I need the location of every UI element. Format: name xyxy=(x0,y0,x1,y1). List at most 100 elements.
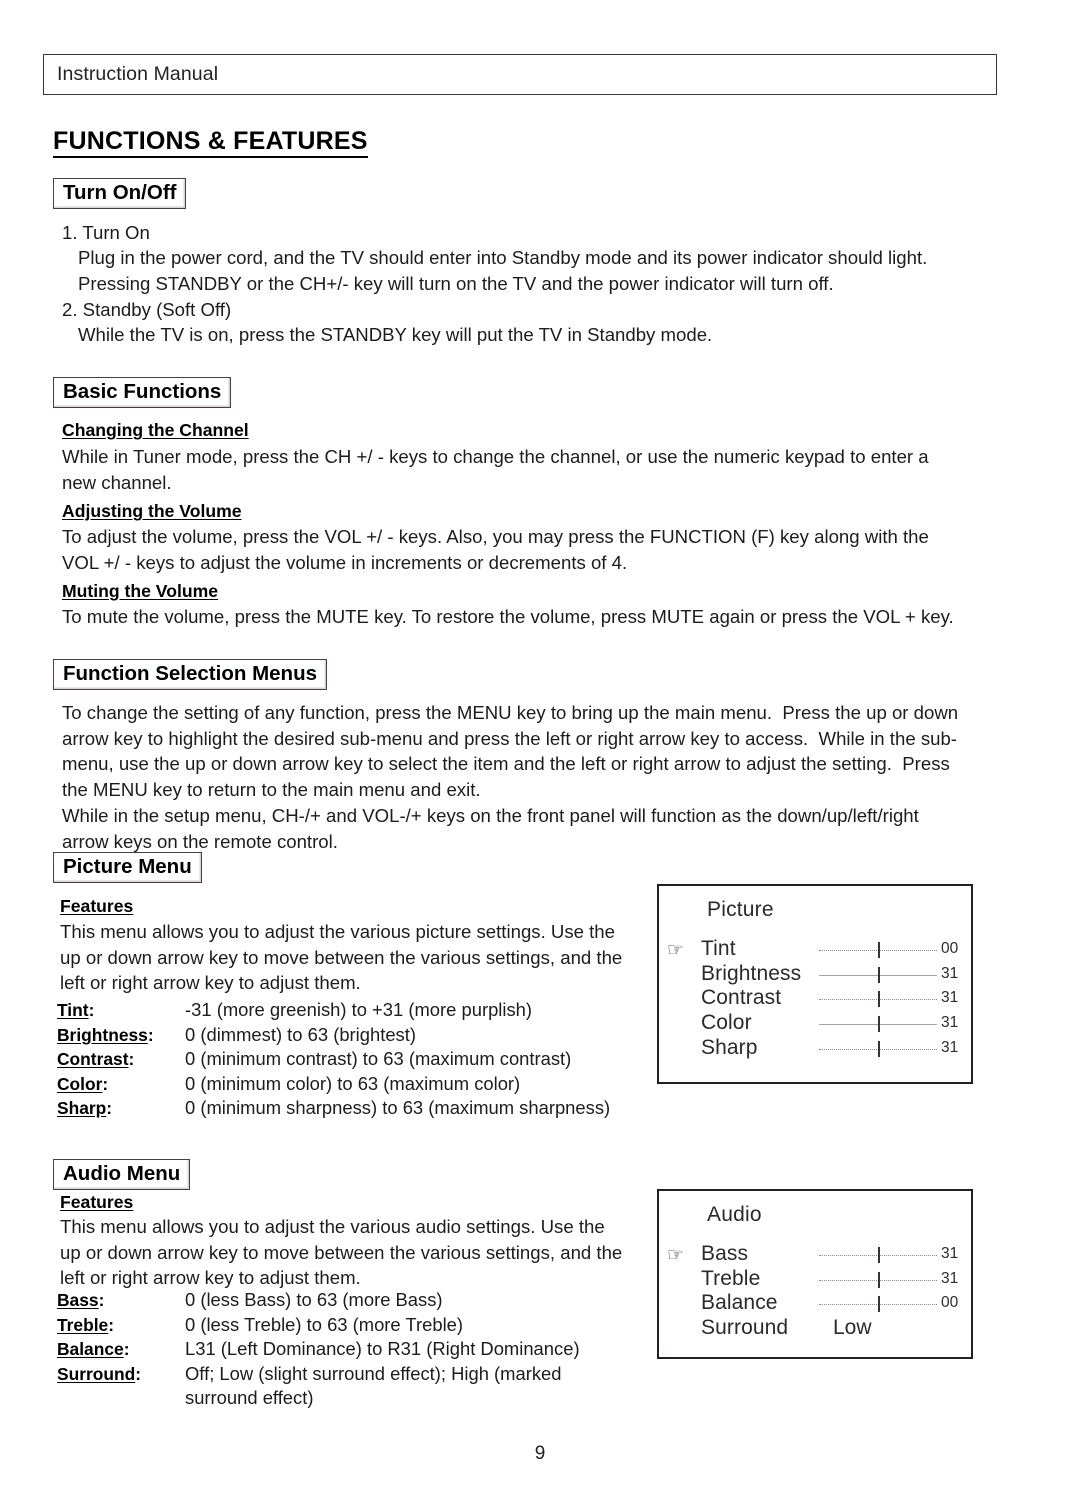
cursor-slot xyxy=(667,1327,701,1329)
slider-thumb[interactable] xyxy=(878,942,881,959)
picture-osd-title: Picture xyxy=(707,898,774,921)
standby-label: 2. Standby (Soft Off) xyxy=(62,299,232,320)
osd-row-contrast[interactable]: Contrast 31 xyxy=(667,986,965,1011)
section-heading-function-selection-menus: Function Selection Menus xyxy=(53,659,327,690)
subhead-changing-the-channel: Changing the Channel xyxy=(62,420,249,440)
slider-thumb[interactable] xyxy=(878,991,881,1008)
audio-osd-title: Audio xyxy=(707,1203,762,1226)
osd-row-value: 31 xyxy=(941,964,959,982)
definition-row: Sharp: 0 (minimum sharpness) to 63 (maxi… xyxy=(57,1096,610,1121)
page-number: 9 xyxy=(534,1443,546,1464)
osd-row-bass[interactable]: ☞ Bass 31 xyxy=(667,1242,965,1267)
osd-slider[interactable] xyxy=(819,963,937,985)
definition-row: Bass: 0 (less Bass) to 63 (more Bass) xyxy=(57,1288,580,1313)
osd-row-value: 31 xyxy=(941,989,959,1007)
definition-row: Brightness: 0 (dimmest) to 63 (brightest… xyxy=(57,1023,610,1048)
definition-row: Surround: Off; Low (slight surround effe… xyxy=(57,1362,580,1411)
adjusting-the-volume-body: To adjust the volume, press the VOL +/ -… xyxy=(62,526,929,573)
osd-row-label: Sharp xyxy=(701,1035,758,1059)
definition-term: Tint: xyxy=(57,1000,95,1020)
osd-row-balance[interactable]: Balance 00 xyxy=(667,1291,965,1316)
turn-on-label: 1. Turn On xyxy=(62,222,150,243)
osd-row-surround[interactable]: Surround Low xyxy=(667,1316,965,1341)
manual-page: Instruction Manual FUNCTIONS & FEATURES … xyxy=(0,0,1080,1511)
definition-description: 0 (less Treble) to 63 (more Treble) xyxy=(185,1313,464,1335)
audio-features-title: Features xyxy=(60,1192,134,1212)
picture-osd-box: Picture ☞ Tint 00 Brightness 31 Contrast… xyxy=(657,884,973,1084)
definition-description: Off; Low (slight surround effect); High … xyxy=(185,1362,562,1409)
picture-features-title: Features xyxy=(60,896,134,916)
slider-thumb[interactable] xyxy=(878,966,881,983)
osd-slider[interactable] xyxy=(819,1037,937,1059)
page-title: FUNCTIONS & FEATURES xyxy=(53,128,368,158)
definition-row: Treble: 0 (less Treble) to 63 (more Treb… xyxy=(57,1313,580,1338)
osd-row-value: 31 xyxy=(941,1269,959,1287)
definition-description: 0 (minimum sharpness) to 63 (maximum sha… xyxy=(185,1097,611,1119)
function-selection-body-1: To change the setting of any function, p… xyxy=(62,702,959,800)
changing-the-channel-body: While in Tuner mode, press the CH +/ - k… xyxy=(62,446,929,493)
subhead-muting-the-volume: Muting the Volume xyxy=(62,581,219,601)
slider-thumb[interactable] xyxy=(878,1271,881,1288)
audio-definition-list: Bass: 0 (less Bass) to 63 (more Bass) Tr… xyxy=(57,1288,580,1411)
osd-slider[interactable] xyxy=(819,1268,937,1290)
osd-row-tint[interactable]: ☞ Tint 00 xyxy=(667,937,965,962)
osd-slider[interactable] xyxy=(819,987,937,1009)
definition-description: 0 (less Bass) to 63 (more Bass) xyxy=(185,1289,443,1310)
osd-row-brightness[interactable]: Brightness 31 xyxy=(667,962,965,987)
definition-description: -31 (more greenish) to +31 (more purplis… xyxy=(185,999,533,1020)
osd-slider[interactable] xyxy=(819,1292,937,1314)
cursor-slot xyxy=(667,1278,701,1280)
osd-row-color[interactable]: Color 31 xyxy=(667,1011,965,1036)
osd-row-label: Contrast xyxy=(701,986,782,1010)
header-title: Instruction Manual xyxy=(57,63,219,85)
definition-description: L31 (Left Dominance) to R31 (Right Domin… xyxy=(185,1338,580,1360)
slider-thumb[interactable] xyxy=(878,1016,881,1033)
osd-slider[interactable] xyxy=(819,1243,937,1265)
osd-row-value: 31 xyxy=(941,1245,959,1263)
osd-row-value: 00 xyxy=(941,1294,959,1312)
picture-osd-rows: ☞ Tint 00 Brightness 31 Contrast 31 Colo… xyxy=(667,937,965,1060)
definition-term: Surround: xyxy=(57,1363,142,1384)
osd-slider[interactable] xyxy=(819,1012,937,1034)
definition-term: Treble: xyxy=(57,1314,115,1335)
audio-osd-box: Audio ☞ Bass 31 Treble 31 Balance 00 Sur… xyxy=(657,1189,973,1359)
definition-term: Contrast: xyxy=(57,1049,135,1070)
osd-row-sharp[interactable]: Sharp 31 xyxy=(667,1035,965,1060)
definition-description: 0 (minimum contrast) to 63 (maximum cont… xyxy=(185,1048,572,1070)
osd-slider[interactable] xyxy=(819,938,937,960)
definition-term: Balance: xyxy=(57,1339,130,1360)
cursor-slot xyxy=(667,973,701,975)
definition-row: Color: 0 (minimum color) to 63 (maximum … xyxy=(57,1072,610,1097)
definition-row: Balance: L31 (Left Dominance) to R31 (Ri… xyxy=(57,1337,580,1362)
picture-definition-list: Tint: -31 (more greenish) to +31 (more p… xyxy=(57,998,610,1121)
cursor-slot xyxy=(667,1047,701,1049)
section-heading-turn-on-off: Turn On/Off xyxy=(53,178,187,209)
definition-term: Sharp: xyxy=(57,1098,113,1119)
audio-features-body: This menu allows you to adjust the vario… xyxy=(60,1216,623,1288)
cursor-slot xyxy=(667,1302,701,1304)
cursor-slot xyxy=(667,1022,701,1024)
osd-row-label: Bass xyxy=(701,1242,749,1266)
osd-row-label: Brightness xyxy=(701,961,802,985)
slider-thumb[interactable] xyxy=(878,1296,881,1313)
turn-on-body: Plug in the power cord, and the TV shoul… xyxy=(78,247,928,294)
definition-description: 0 (dimmest) to 63 (brightest) xyxy=(185,1023,416,1045)
pointing-hand-icon: ☞ xyxy=(667,1244,685,1266)
osd-row-treble[interactable]: Treble 31 xyxy=(667,1267,965,1292)
osd-row-label: Treble xyxy=(701,1266,761,1290)
definition-row: Contrast: 0 (minimum contrast) to 63 (ma… xyxy=(57,1047,610,1072)
section-heading-basic-functions: Basic Functions xyxy=(53,377,232,408)
audio-osd-rows: ☞ Bass 31 Treble 31 Balance 00 Surround … xyxy=(667,1242,965,1340)
osd-row-label: Balance xyxy=(701,1291,778,1315)
osd-row-label: Color xyxy=(701,1011,752,1035)
osd-row-value: 31 xyxy=(941,1038,959,1056)
osd-row-value: 31 xyxy=(941,1014,959,1032)
definition-term: Bass: xyxy=(57,1290,105,1310)
function-selection-body-2: While in the setup menu, CH-/+ and VOL-/… xyxy=(62,805,919,852)
page-header: Instruction Manual xyxy=(43,54,997,95)
slider-thumb[interactable] xyxy=(878,1247,881,1264)
definition-description: 0 (minimum color) to 63 (maximum color) xyxy=(185,1072,521,1094)
definition-term: Color: xyxy=(57,1073,109,1094)
osd-row-value: Low xyxy=(833,1316,872,1340)
slider-thumb[interactable] xyxy=(878,1040,881,1057)
